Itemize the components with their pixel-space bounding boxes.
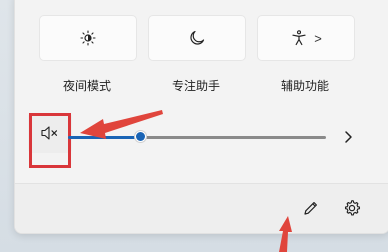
quick-settings-panel: 夜间模式 专注助手 > 辅助功能: [14, 0, 388, 234]
focus-assist-toggle[interactable]: [148, 15, 246, 61]
volume-slider-fill: [68, 136, 141, 139]
night-light-label: 夜间模式: [62, 79, 111, 93]
gear-icon: [344, 200, 361, 216]
night-light-icon: [80, 30, 96, 46]
screenshot-stage: 夜间模式 专注助手 > 辅助功能: [0, 0, 388, 252]
moon-icon: [190, 30, 205, 45]
chevron-right-icon: [345, 131, 352, 143]
open-settings-button[interactable]: [343, 199, 361, 217]
quick-settings-footer: [15, 183, 388, 233]
night-light-toggle[interactable]: [39, 15, 137, 61]
volume-slider-thumb[interactable]: [133, 130, 147, 143]
volume-thumb-dot: [135, 132, 145, 141]
mute-highlight-box: [29, 113, 71, 168]
audio-output-chevron-button[interactable]: [340, 127, 356, 147]
accessibility-toggle[interactable]: >: [257, 15, 355, 61]
accessibility-label: 辅助功能: [280, 79, 329, 93]
focus-assist-label: 专注助手: [171, 79, 220, 93]
accessibility-icon: [292, 30, 306, 46]
pencil-icon: [304, 202, 317, 215]
accessibility-chevron-icon: >: [314, 30, 322, 46]
volume-slider[interactable]: [68, 130, 326, 143]
edit-quick-settings-button[interactable]: [302, 199, 320, 217]
